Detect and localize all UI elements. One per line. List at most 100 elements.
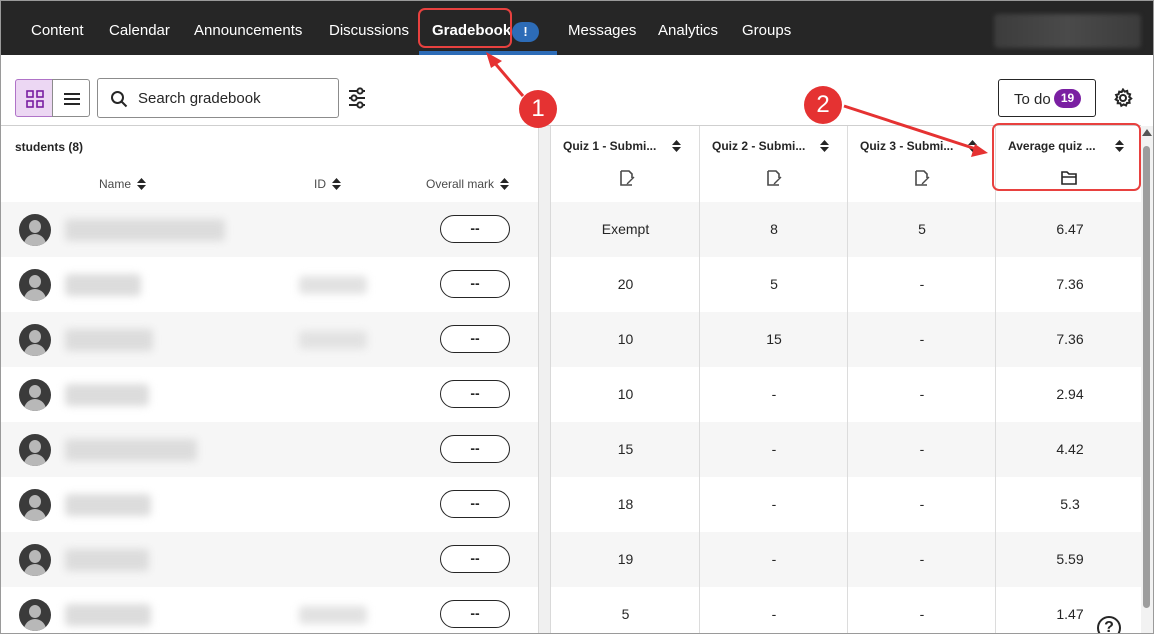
grade-cell-quiz-2[interactable]: 15 <box>700 312 848 367</box>
avatar <box>19 489 51 521</box>
grade-cell-quiz-1[interactable]: 10 <box>551 312 700 367</box>
grade-cell-quiz-3[interactable]: - <box>848 257 996 312</box>
nav-tab-calendar[interactable]: Calendar <box>109 1 170 55</box>
grade-cell-quiz-1[interactable]: 18 <box>551 477 700 532</box>
overall-mark-pill[interactable]: -- <box>440 545 510 573</box>
grade-cell-average-quiz[interactable]: 2.94 <box>996 367 1144 422</box>
blurred-student-name[interactable] <box>65 274 141 296</box>
blurred-student-id <box>299 331 367 349</box>
overall-mark-pill[interactable]: -- <box>440 270 510 298</box>
grade-cell-average-quiz[interactable]: 4.42 <box>996 422 1144 477</box>
grade-cell-average-quiz[interactable]: 5.3 <box>996 477 1144 532</box>
blurred-student-id <box>299 276 367 294</box>
grade-cell-quiz-2[interactable]: - <box>700 477 848 532</box>
table-row[interactable]: -- 20 5-7.36 <box>1 257 1141 312</box>
grade-cell-quiz-1[interactable]: Exempt <box>551 202 700 257</box>
gradebook-alert-badge: ! <box>512 22 539 42</box>
grade-column-title: Quiz 1 - Submi... <box>563 139 657 153</box>
search-gradebook-box[interactable] <box>97 78 339 118</box>
assignment-edit-icon <box>767 170 782 186</box>
grade-column-header-quiz-2[interactable]: Quiz 2 - Submi... <box>700 126 848 201</box>
grade-cell-quiz-1[interactable]: 20 <box>551 257 700 312</box>
grade-cell-quiz-2[interactable]: - <box>700 532 848 587</box>
sort-icon[interactable] <box>968 140 977 152</box>
filter-sliders-icon[interactable] <box>347 87 367 109</box>
blurred-student-name[interactable] <box>65 329 153 351</box>
overall-mark-column-header[interactable]: Overall mark <box>426 177 510 191</box>
nav-tab-messages[interactable]: Messages <box>568 1 636 55</box>
blurred-student-name[interactable] <box>65 494 151 516</box>
nav-tab-discussions[interactable]: Discussions <box>329 1 409 55</box>
grade-cell-quiz-3[interactable]: - <box>848 477 996 532</box>
name-column-header[interactable]: Name <box>99 177 147 191</box>
overall-mark-pill[interactable]: -- <box>440 325 510 353</box>
frozen-column-divider[interactable] <box>538 126 551 633</box>
blurred-student-name[interactable] <box>65 549 149 571</box>
id-column-label: ID <box>314 177 326 191</box>
table-row[interactable]: -- 10 15-7.36 <box>1 312 1141 367</box>
grade-cell-quiz-2[interactable]: 5 <box>700 257 848 312</box>
search-input[interactable] <box>138 79 333 117</box>
grade-cell-quiz-3[interactable]: - <box>848 532 996 587</box>
blurred-student-name[interactable] <box>65 439 197 461</box>
table-row[interactable]: -- 18- -5.3 <box>1 477 1141 532</box>
overall-mark-pill[interactable]: -- <box>440 380 510 408</box>
sort-icon[interactable] <box>672 140 681 152</box>
avatar <box>19 434 51 466</box>
id-column-header[interactable]: ID <box>314 177 341 191</box>
table-row[interactable]: -- 19- -5.59 <box>1 532 1141 587</box>
nav-tab-analytics[interactable]: Analytics <box>658 1 718 55</box>
table-row[interactable]: -- Exempt 8 5 6.47 <box>1 202 1141 257</box>
grade-cell-quiz-3[interactable]: - <box>848 367 996 422</box>
grade-cell-quiz-1[interactable]: 10 <box>551 367 700 422</box>
list-view-icon <box>64 93 80 105</box>
grade-cell-average-quiz[interactable]: 5.59 <box>996 532 1144 587</box>
grade-cell-quiz-2[interactable]: - <box>700 587 848 633</box>
todo-button[interactable]: To do 19 <box>998 79 1096 117</box>
grade-cell-quiz-2[interactable]: - <box>700 367 848 422</box>
grade-cell-quiz-2[interactable]: 8 <box>700 202 848 257</box>
grade-column-header-quiz-3[interactable]: Quiz 3 - Submi... <box>848 126 996 201</box>
table-row[interactable]: -- 10- -2.94 <box>1 367 1141 422</box>
sort-icon[interactable] <box>820 140 829 152</box>
todo-count-badge: 19 <box>1054 89 1081 108</box>
gear-icon[interactable] <box>1113 88 1133 108</box>
grade-cell-average-quiz[interactable]: 6.47 <box>996 202 1144 257</box>
grid-view-button[interactable] <box>15 79 53 117</box>
grade-column-header-quiz-1[interactable]: Quiz 1 - Submi... <box>551 126 700 201</box>
overall-mark-pill[interactable]: -- <box>440 600 510 628</box>
scroll-up-arrow-icon[interactable] <box>1142 129 1152 136</box>
nav-tab-announcements[interactable]: Announcements <box>194 1 302 55</box>
list-view-button[interactable] <box>52 79 90 117</box>
overall-mark-pill[interactable]: -- <box>440 490 510 518</box>
help-icon[interactable]: ? <box>1097 616 1121 633</box>
todo-label: To do <box>1014 91 1051 108</box>
blurred-student-name[interactable] <box>65 219 225 241</box>
grade-cell-quiz-2[interactable]: - <box>700 422 848 477</box>
blurred-user-area <box>994 14 1141 48</box>
grade-column-title: Quiz 2 - Submi... <box>712 139 806 153</box>
grade-cell-quiz-3[interactable]: - <box>848 312 996 367</box>
search-icon <box>111 91 128 108</box>
grade-cell-quiz-3[interactable]: 5 <box>848 202 996 257</box>
nav-tab-groups[interactable]: Groups <box>742 1 791 55</box>
grade-cell-quiz-1[interactable]: 19 <box>551 532 700 587</box>
overall-mark-pill[interactable]: -- <box>440 435 510 463</box>
grade-cell-quiz-3[interactable]: - <box>848 422 996 477</box>
scrollbar-thumb[interactable] <box>1143 146 1150 608</box>
grade-cell-average-quiz[interactable]: 1.47 <box>996 587 1144 633</box>
avatar <box>19 269 51 301</box>
grade-cell-quiz-1[interactable]: 15 <box>551 422 700 477</box>
blurred-student-name[interactable] <box>65 604 151 626</box>
blurred-student-name[interactable] <box>65 384 149 406</box>
nav-tab-content[interactable]: Content <box>31 1 84 55</box>
grade-cell-quiz-3[interactable]: - <box>848 587 996 633</box>
grade-cell-quiz-1[interactable]: 5 <box>551 587 700 633</box>
table-row[interactable]: -- 5- -1.47 <box>1 587 1144 633</box>
grade-cell-average-quiz[interactable]: 7.36 <box>996 312 1144 367</box>
overall-mark-pill[interactable]: -- <box>440 215 510 243</box>
table-row[interactable]: -- 15- -4.42 <box>1 422 1141 477</box>
blurred-student-id <box>299 606 367 624</box>
name-column-label: Name <box>99 177 132 191</box>
grade-cell-average-quiz[interactable]: 7.36 <box>996 257 1144 312</box>
